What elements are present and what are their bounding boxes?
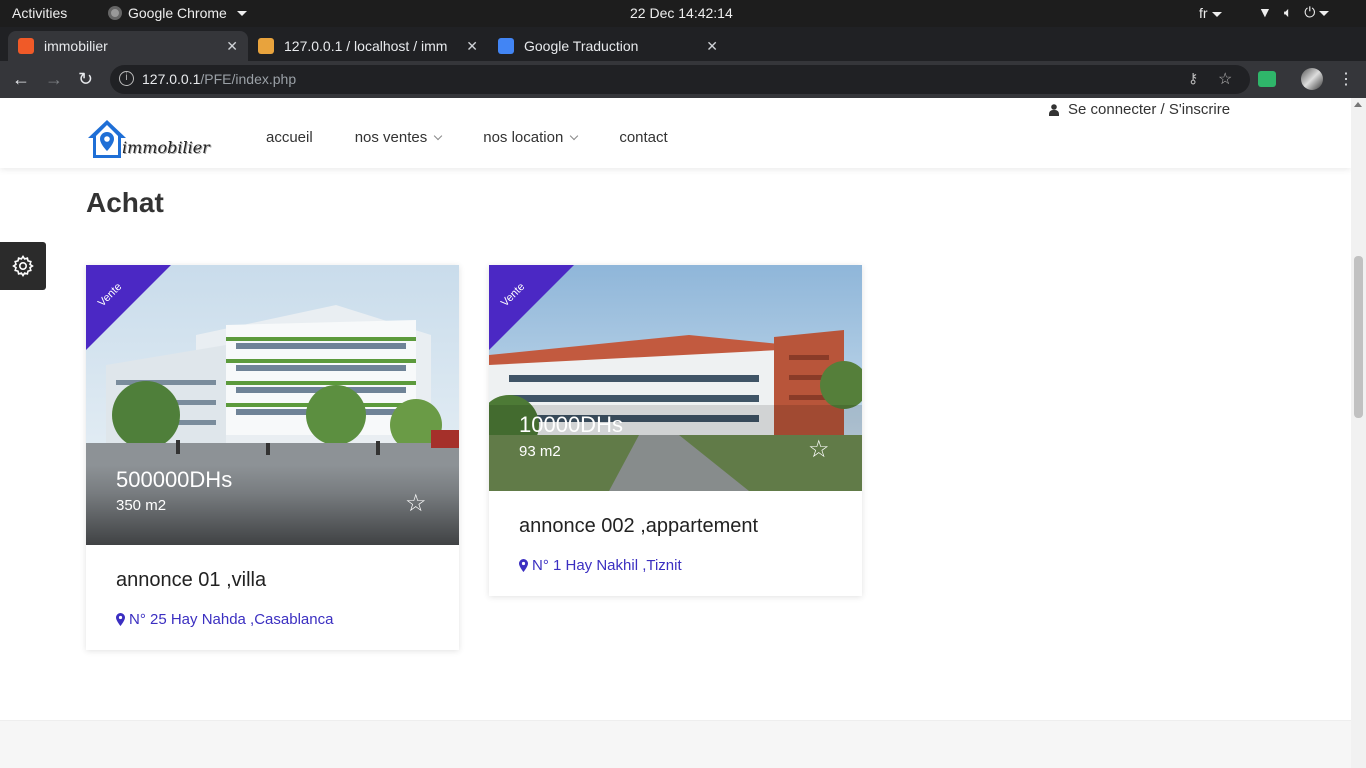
- nav-label: nos ventes: [354, 129, 428, 146]
- listing-address[interactable]: N° 25 Hay Nahda ,Casablanca: [116, 611, 333, 628]
- nav-nos-ventes[interactable]: nos ventes: [354, 129, 443, 146]
- chevron-down-icon: [570, 131, 579, 140]
- page-viewport: immobilier accueil nos ventes nos locati…: [0, 98, 1351, 768]
- nav-label: accueil: [266, 129, 313, 146]
- listing-price: 500000DHs: [116, 467, 233, 492]
- chevron-down-icon: [236, 10, 247, 16]
- favorite-star-icon[interactable]: ☆: [405, 489, 427, 518]
- browser-toolbar: ← → ↻ i 127.0.0.1/PFE/index.php ⚷ ☆ ⋮: [0, 61, 1366, 98]
- logo-text: immobilier: [122, 138, 210, 157]
- favorite-star-icon[interactable]: ☆: [808, 435, 830, 464]
- profile-avatar[interactable]: [1301, 68, 1323, 90]
- listing-card[interactable]: Vente 10000DHs 93 m2 ☆ annonce 002 ,appa…: [489, 265, 862, 596]
- close-icon[interactable]: ✕: [706, 38, 718, 55]
- chevron-down-icon: [434, 131, 443, 140]
- tab-immobilier[interactable]: immobilier ✕: [8, 31, 248, 61]
- site-header: immobilier accueil nos ventes nos locati…: [0, 98, 1351, 168]
- close-icon[interactable]: ✕: [226, 38, 238, 55]
- system-top-bar: Activities Google Chrome 22 Dec 14:42:14…: [0, 0, 1366, 27]
- user-icon: [1049, 103, 1059, 116]
- volume-icon: 🔈︎: [1283, 4, 1293, 20]
- map-pin-icon: [519, 559, 528, 572]
- phpmyadmin-favicon-icon: [258, 38, 274, 54]
- power-icon: ⏻: [1304, 4, 1330, 21]
- tab-strip: immobilier ✕ 127.0.0.1 / localhost / imm…: [0, 27, 1366, 82]
- forward-arrow-icon[interactable]: →: [45, 69, 63, 89]
- google-translate-favicon-icon: [498, 38, 514, 54]
- back-arrow-icon[interactable]: ←: [12, 69, 30, 89]
- scrollbar-thumb[interactable]: [1354, 256, 1363, 418]
- url-text: 127.0.0.1/PFE/index.php: [142, 71, 296, 87]
- url-path: /PFE/index.php: [200, 71, 297, 87]
- page-scrollbar[interactable]: [1351, 98, 1366, 768]
- nav-nos-location[interactable]: nos location: [483, 129, 579, 146]
- xampp-favicon-icon: [18, 38, 34, 54]
- nav-contact[interactable]: contact: [619, 129, 667, 146]
- extension-icon[interactable]: [1258, 71, 1276, 87]
- listing-title[interactable]: annonce 01 ,villa: [116, 569, 266, 592]
- site-info-icon[interactable]: i: [119, 71, 134, 86]
- nav-label: nos location: [483, 129, 564, 146]
- tab-title: immobilier: [44, 38, 108, 54]
- url-host: 127.0.0.1: [142, 71, 201, 87]
- login-link[interactable]: Se connecter / S'inscrire: [1049, 101, 1230, 118]
- section-title: Achat: [86, 187, 164, 218]
- listing-area: 350 m2: [116, 497, 167, 514]
- site-logo[interactable]: immobilier: [86, 118, 210, 160]
- address-text: N° 25 Hay Nahda ,Casablanca: [129, 611, 334, 628]
- main-nav: accueil nos ventes nos location contact: [266, 129, 710, 146]
- chrome-icon: [108, 6, 122, 20]
- address-bar[interactable]: i 127.0.0.1/PFE/index.php ⚷ ☆: [110, 65, 1250, 94]
- tab-title: 127.0.0.1 / localhost / imm: [284, 38, 448, 54]
- address-text: N° 1 Hay Nakhil ,Tiznit: [532, 557, 682, 574]
- clock[interactable]: 22 Dec 14:42:14: [630, 5, 733, 21]
- tab-google-traduction[interactable]: Google Traduction ✕: [488, 31, 728, 61]
- tab-phpmyadmin[interactable]: 127.0.0.1 / localhost / imm ✕: [248, 31, 488, 61]
- login-label: Se connecter / S'inscrire: [1068, 101, 1231, 118]
- listing-area: 93 m2: [519, 443, 561, 460]
- app-menu-label: Google Chrome: [128, 5, 227, 21]
- vente-ribbon: [86, 265, 171, 350]
- language-label: fr: [1199, 5, 1208, 21]
- settings-toggle[interactable]: [0, 242, 46, 290]
- listing-price: 10000DHs: [519, 412, 623, 437]
- reload-icon[interactable]: ↻: [78, 69, 93, 89]
- tab-title: Google Traduction: [524, 38, 639, 54]
- map-pin-icon: [116, 613, 125, 626]
- footer-band: [0, 720, 1351, 768]
- nav-accueil[interactable]: accueil: [266, 129, 313, 146]
- listing-card[interactable]: Vente 500000DHs 350 m2 ☆ annonce 01 ,vil…: [86, 265, 459, 650]
- listing-photo[interactable]: Vente 10000DHs 93 m2 ☆: [489, 265, 862, 491]
- app-menu[interactable]: Google Chrome: [108, 5, 247, 21]
- wifi-icon: ▼: [1258, 4, 1272, 20]
- listing-address[interactable]: N° 1 Hay Nakhil ,Tiznit: [519, 557, 682, 574]
- chevron-down-icon: [1319, 10, 1330, 16]
- system-tray[interactable]: ▼ 🔈︎ ⏻: [1258, 4, 1330, 21]
- more-menu-icon[interactable]: ⋮: [1338, 69, 1354, 89]
- close-icon[interactable]: ✕: [466, 38, 478, 55]
- vente-ribbon: [489, 265, 574, 350]
- gear-icon: [12, 255, 34, 277]
- chevron-down-icon: [1211, 11, 1222, 17]
- listing-title[interactable]: annonce 002 ,appartement: [519, 515, 758, 538]
- scroll-up-arrow-icon[interactable]: [1354, 102, 1362, 107]
- listing-photo[interactable]: Vente 500000DHs 350 m2 ☆: [86, 265, 459, 545]
- bookmark-star-icon[interactable]: ☆: [1218, 69, 1232, 89]
- activities-button[interactable]: Activities: [12, 5, 67, 21]
- key-icon[interactable]: ⚷: [1188, 70, 1198, 87]
- nav-label: contact: [619, 129, 668, 146]
- language-indicator[interactable]: fr: [1199, 5, 1222, 21]
